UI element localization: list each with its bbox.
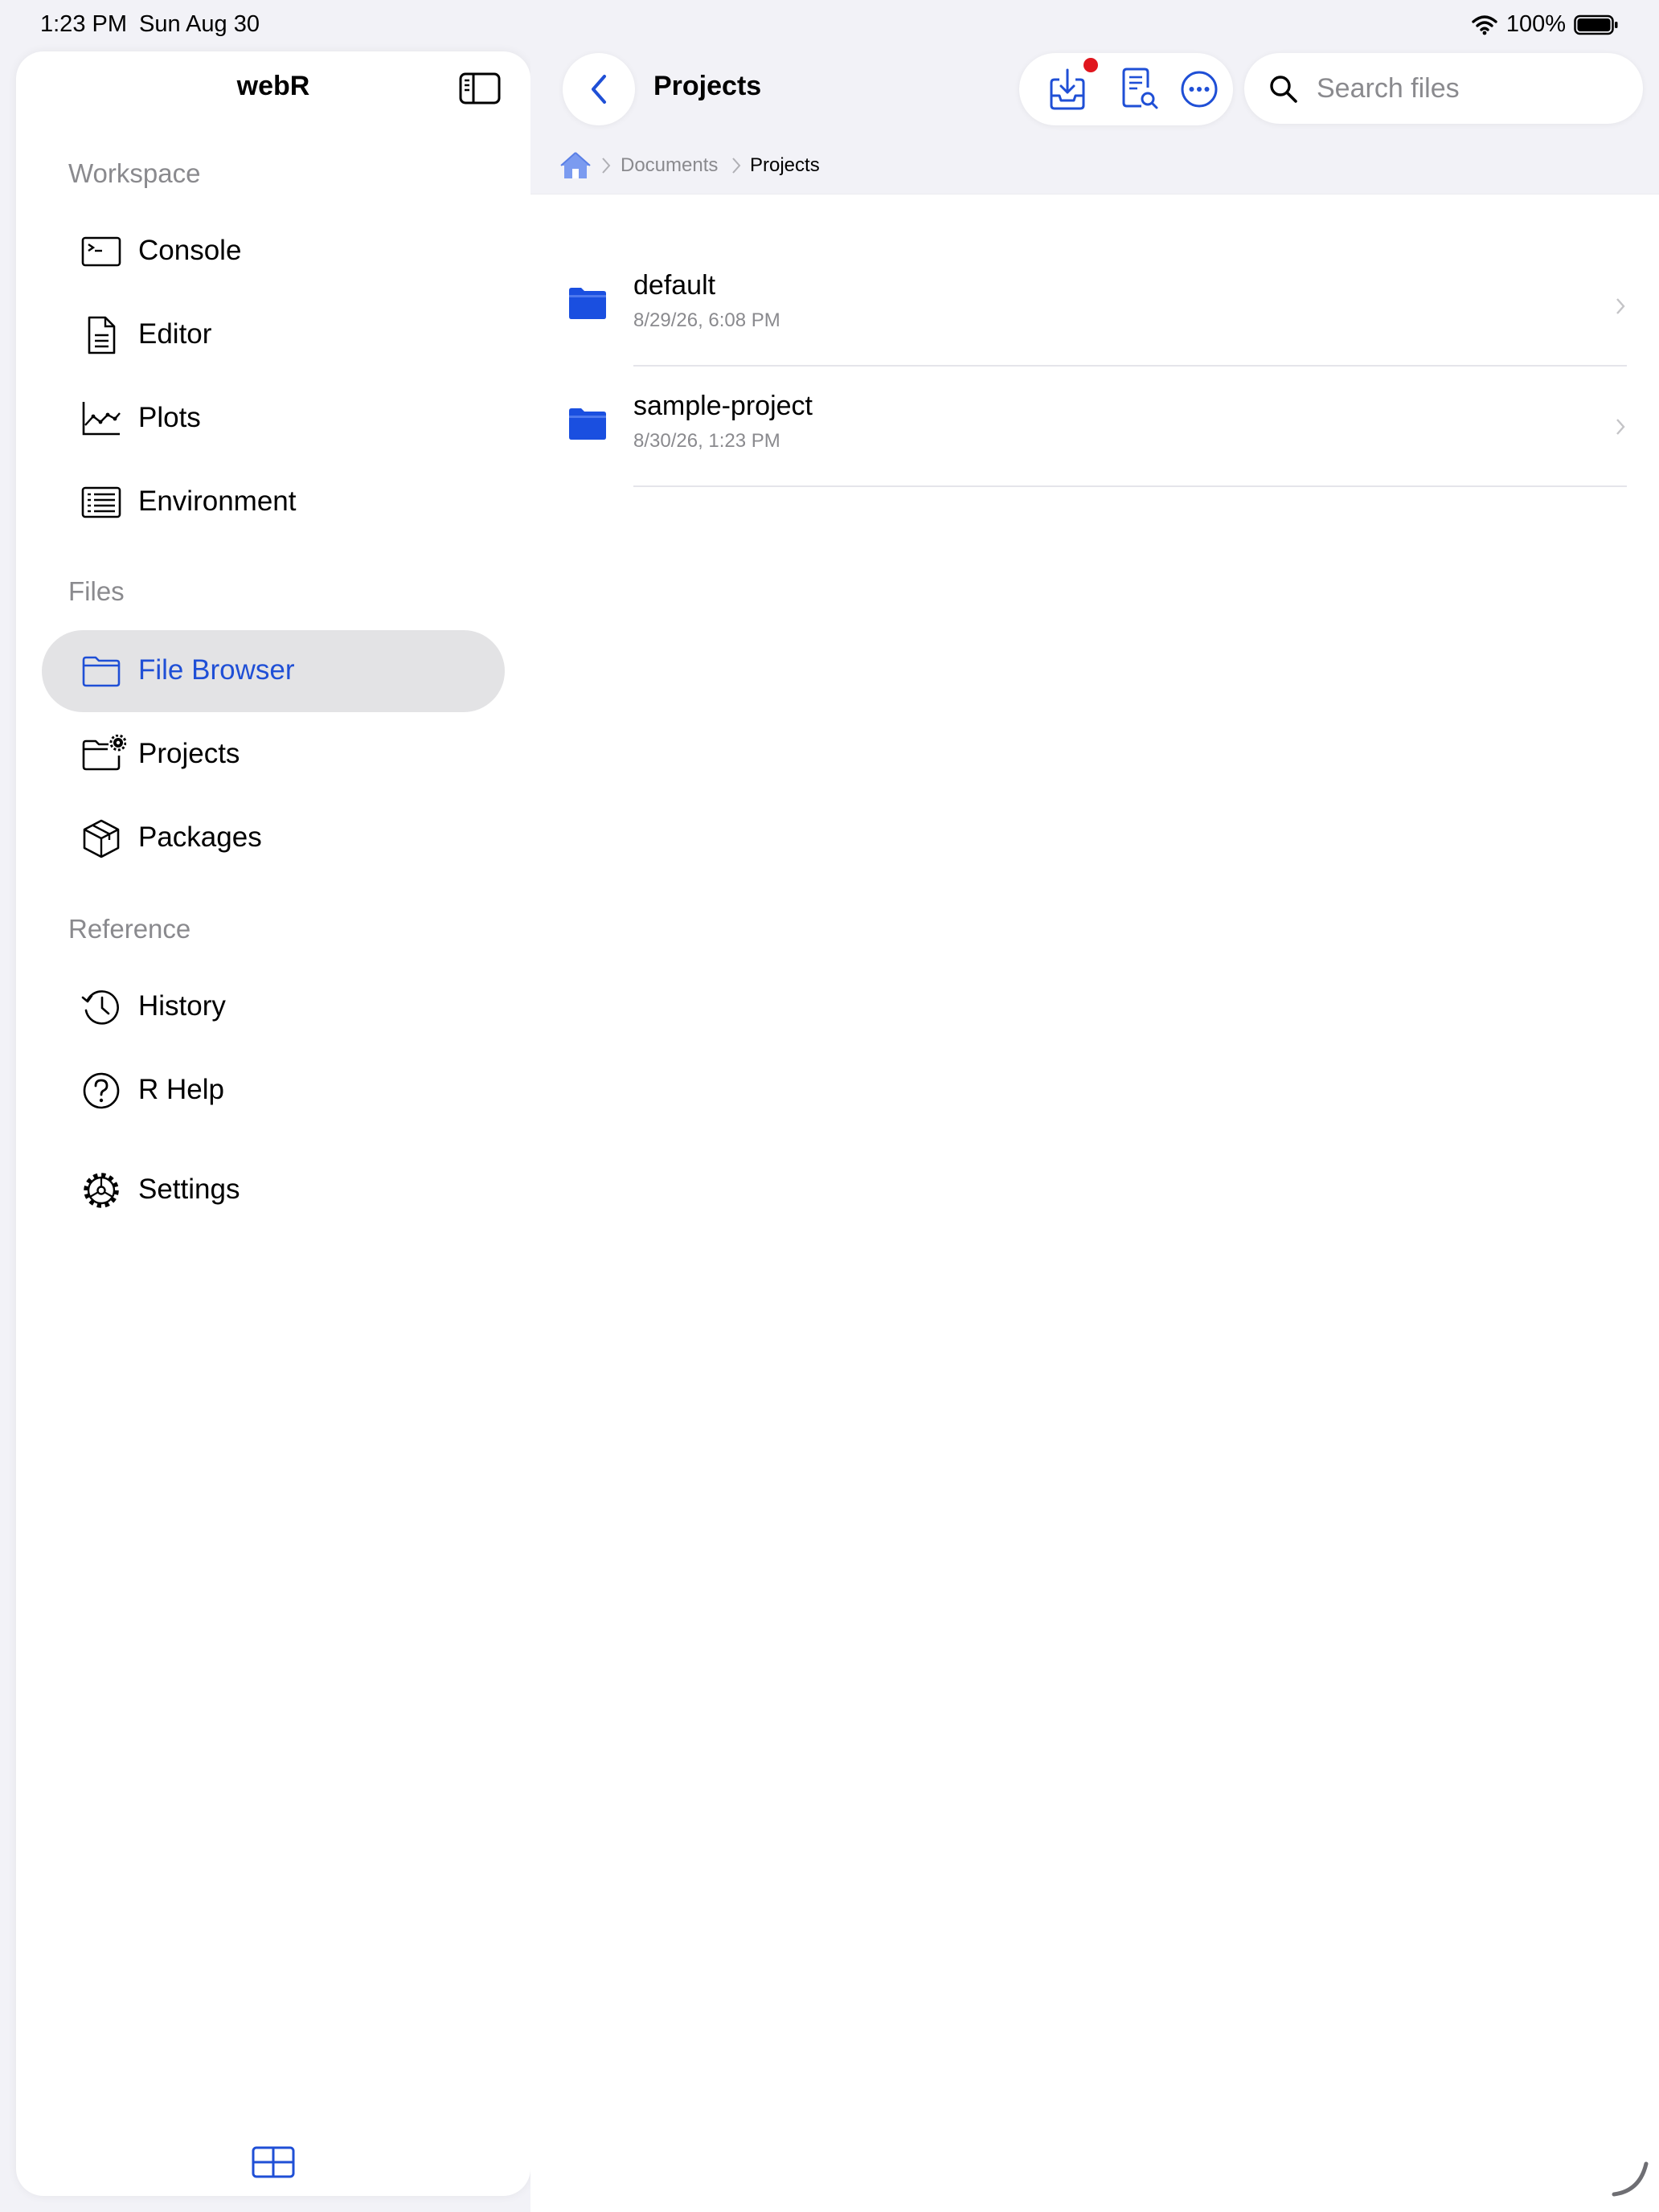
row-divider bbox=[633, 485, 1627, 487]
sidebar-item-history[interactable]: History bbox=[42, 966, 505, 1048]
file-name: sample-project bbox=[633, 391, 813, 421]
document-search-icon bbox=[1122, 68, 1158, 109]
wifi-icon bbox=[1471, 14, 1498, 35]
more-options-button[interactable] bbox=[1177, 67, 1222, 112]
file-row-default[interactable]: default 8/29/26, 6:08 PM bbox=[530, 246, 1659, 367]
gear-icon bbox=[81, 1170, 121, 1210]
chevron-right-icon bbox=[731, 156, 742, 175]
search-bar[interactable] bbox=[1244, 53, 1643, 124]
folder-icon bbox=[81, 651, 121, 691]
grid-icon bbox=[252, 2146, 295, 2178]
file-browser-panel: Projects Search files Documents Projects… bbox=[530, 51, 1659, 2212]
chevron-right-icon bbox=[1614, 296, 1627, 317]
notification-badge bbox=[1083, 58, 1098, 72]
status-date: Sun Aug 30 bbox=[139, 11, 260, 37]
folder-gear-icon bbox=[81, 735, 126, 775]
sidebar-item-label: Plots bbox=[138, 402, 201, 433]
history-icon bbox=[81, 987, 121, 1027]
toolbar bbox=[1019, 53, 1233, 125]
sidebar-item-console[interactable]: Console bbox=[42, 211, 505, 293]
resize-handle-icon[interactable] bbox=[1611, 2159, 1651, 2199]
chevron-right-icon bbox=[600, 156, 612, 175]
navigation-bar: Projects bbox=[530, 51, 1659, 138]
battery-icon bbox=[1574, 14, 1619, 35]
section-header-reference: Reference bbox=[68, 914, 191, 944]
sidebar-title: webR bbox=[236, 71, 310, 101]
file-name: default bbox=[633, 270, 716, 301]
sidebar-item-environment[interactable]: Environment bbox=[42, 461, 505, 543]
page-title: Projects bbox=[653, 71, 762, 101]
sidebar-item-label: Console bbox=[138, 235, 242, 266]
home-icon[interactable] bbox=[559, 150, 592, 182]
sidebar-item-settings[interactable]: Settings bbox=[42, 1149, 505, 1231]
battery-percent: 100% bbox=[1505, 11, 1566, 37]
sidebar-item-label: Environment bbox=[138, 485, 297, 517]
breadcrumb: Documents Projects bbox=[530, 138, 1659, 195]
sidebar: webR Workspace Console Editor Plots Envi… bbox=[16, 51, 530, 2196]
back-button[interactable] bbox=[563, 53, 635, 125]
sidebar-item-label: Projects bbox=[138, 738, 240, 769]
sidebar-item-r-help[interactable]: R Help bbox=[42, 1050, 505, 1132]
chevron-left-icon bbox=[592, 75, 606, 104]
section-header-files: Files bbox=[68, 576, 125, 606]
folder-icon bbox=[567, 407, 608, 440]
status-indicators: 100% bbox=[1471, 11, 1619, 38]
status-time: 1:23 PM bbox=[40, 11, 127, 37]
sidebar-item-file-browser[interactable]: File Browser bbox=[42, 630, 505, 712]
search-icon bbox=[1268, 74, 1299, 104]
sidebar-item-label: Settings bbox=[138, 1174, 240, 1205]
sidebar-item-label: File Browser bbox=[138, 654, 295, 686]
sidebar-toggle-button[interactable] bbox=[458, 71, 503, 106]
tray-download-icon bbox=[1050, 68, 1085, 110]
search-input[interactable] bbox=[1317, 68, 1622, 109]
section-header-workspace: Workspace bbox=[68, 158, 201, 188]
import-button[interactable] bbox=[1047, 67, 1092, 112]
document-icon bbox=[81, 315, 121, 355]
help-icon bbox=[81, 1071, 121, 1111]
list-icon bbox=[81, 482, 121, 522]
terminal-icon bbox=[81, 231, 121, 272]
file-date: 8/30/26, 1:23 PM bbox=[633, 430, 780, 452]
chevron-right-icon bbox=[1614, 416, 1627, 437]
sidebar-item-label: History bbox=[138, 990, 226, 1022]
file-date: 8/29/26, 6:08 PM bbox=[633, 309, 780, 331]
sidebar-item-label: Packages bbox=[138, 821, 262, 853]
status-bar: 1:23 PM Sun Aug 30 100% bbox=[0, 0, 1659, 51]
folder-icon bbox=[567, 286, 608, 320]
sidebar-toggle-icon bbox=[459, 72, 501, 104]
sidebar-item-plots[interactable]: Plots bbox=[42, 378, 505, 460]
sidebar-item-label: R Help bbox=[138, 1074, 224, 1105]
package-icon bbox=[81, 818, 121, 858]
find-in-file-button[interactable] bbox=[1116, 67, 1161, 112]
ellipsis-circle-icon bbox=[1181, 71, 1218, 108]
sidebar-item-packages[interactable]: Packages bbox=[42, 797, 505, 879]
sidebar-item-projects[interactable]: Projects bbox=[42, 714, 505, 796]
sidebar-item-label: Editor bbox=[138, 318, 212, 350]
file-row-sample-project[interactable]: sample-project 8/30/26, 1:23 PM bbox=[530, 367, 1659, 487]
layout-switch-button[interactable] bbox=[251, 2144, 296, 2180]
breadcrumb-item-documents[interactable]: Documents bbox=[621, 154, 718, 177]
line-chart-icon bbox=[81, 399, 121, 439]
breadcrumb-item-current: Projects bbox=[750, 154, 820, 176]
sidebar-item-editor[interactable]: Editor bbox=[42, 294, 505, 376]
